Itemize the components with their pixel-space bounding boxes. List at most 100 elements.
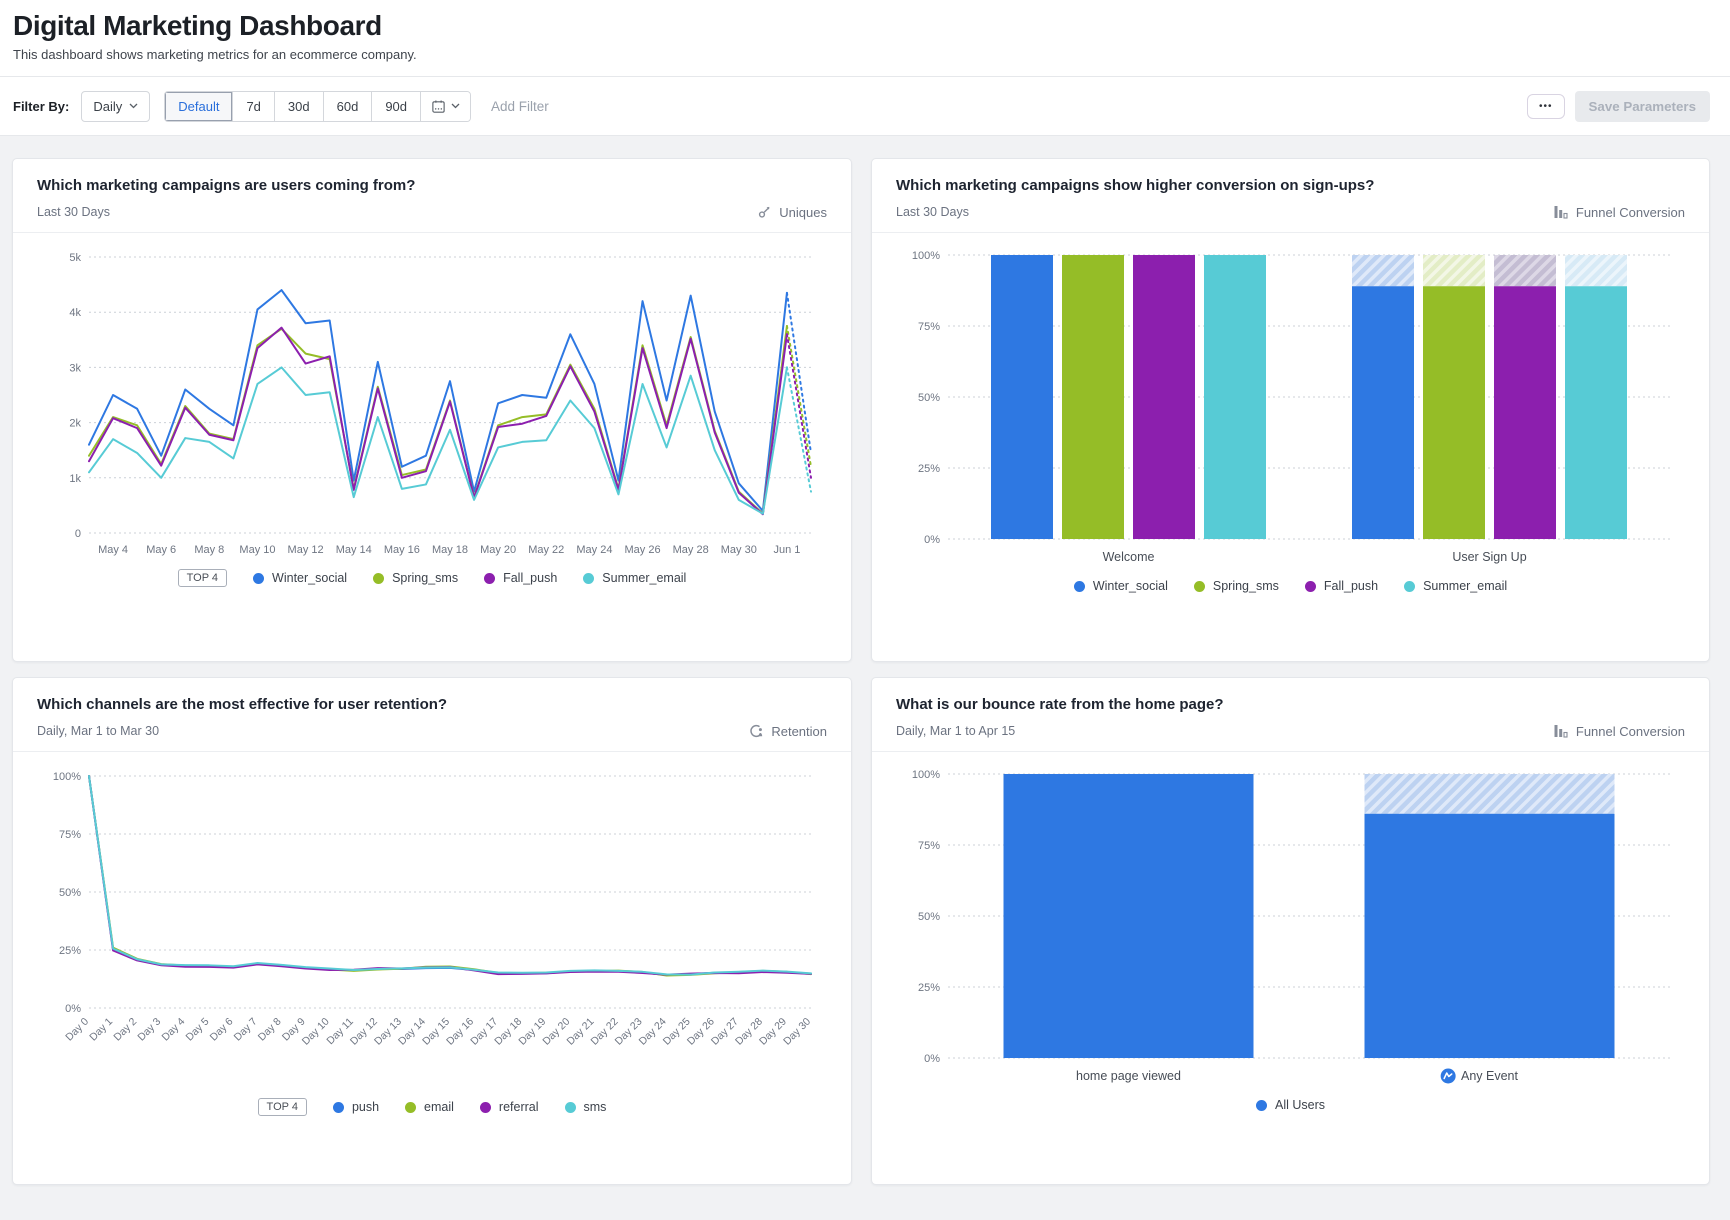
svg-text:Day 1: Day 1 [87, 1016, 115, 1044]
svg-text:4k: 4k [69, 307, 81, 319]
legend-item-all users[interactable]: All Users [1256, 1098, 1325, 1112]
legend-item-fall_push[interactable]: Fall_push [484, 571, 557, 585]
date-range-picker-button[interactable] [421, 92, 470, 121]
svg-text:User Sign Up: User Sign Up [1452, 550, 1526, 564]
svg-text:100%: 100% [53, 771, 81, 783]
legend-item-spring_sms[interactable]: Spring_sms [1194, 579, 1279, 593]
panel-retention: Which channels are the most effective fo… [12, 677, 852, 1185]
chevron-down-icon [451, 103, 460, 109]
segment-default[interactable]: Default [165, 92, 233, 121]
svg-text:May 18: May 18 [432, 544, 468, 556]
legend-item-winter_social[interactable]: Winter_social [253, 571, 347, 585]
svg-text:2k: 2k [69, 418, 81, 430]
add-filter-button[interactable]: Add Filter [491, 99, 549, 114]
svg-text:75%: 75% [917, 840, 939, 852]
segment-60d[interactable]: 60d [324, 92, 373, 121]
svg-text:May 24: May 24 [576, 544, 612, 556]
panel-title[interactable]: What is our bounce rate from the home pa… [896, 696, 1685, 713]
panel-subtitle: Last 30 Days [896, 205, 969, 219]
legend-signup-conversion: Winter_social Spring_sms Fall_push Summer_e… [1074, 579, 1507, 593]
chart-mode-label: Funnel Conversion [1553, 723, 1685, 739]
svg-text:3k: 3k [69, 362, 81, 374]
legend-dot [1194, 581, 1205, 592]
legend-item-fall_push[interactable]: Fall_push [1305, 579, 1378, 593]
panel-title[interactable]: Which marketing campaigns are users comi… [37, 177, 827, 194]
panel-campaign-uniques: Which marketing campaigns are users comi… [12, 158, 852, 662]
more-options-button[interactable]: ••• [1527, 94, 1565, 119]
legend-item-push[interactable]: push [333, 1100, 379, 1114]
chart-mode-label: Retention [748, 723, 827, 739]
svg-text:0%: 0% [65, 1003, 81, 1015]
svg-text:25%: 25% [59, 945, 81, 957]
svg-text:0%: 0% [924, 1053, 940, 1065]
svg-text:May 16: May 16 [384, 544, 420, 556]
dashboard-grid: Which marketing campaigns are users comi… [0, 136, 1730, 1185]
svg-text:50%: 50% [917, 911, 939, 923]
svg-text:Welcome: Welcome [1102, 550, 1154, 564]
chart-mode-label: Funnel Conversion [1553, 204, 1685, 220]
panel-title[interactable]: Which channels are the most effective fo… [37, 696, 827, 713]
legend-dot [565, 1102, 576, 1113]
svg-text:May 20: May 20 [480, 544, 516, 556]
save-parameters-button[interactable]: Save Parameters [1575, 91, 1710, 122]
svg-text:Day 7: Day 7 [232, 1016, 260, 1044]
svg-text:Jun 1: Jun 1 [773, 544, 800, 556]
legend-dot [1074, 581, 1085, 592]
filter-bar: Filter By: Daily Default7d30d60d90d Add [0, 76, 1730, 136]
svg-text:Day 4: Day 4 [160, 1016, 188, 1044]
svg-text:25%: 25% [917, 463, 939, 475]
legend-dot [1404, 581, 1415, 592]
svg-text:75%: 75% [917, 321, 939, 333]
page-header: Digital Marketing Dashboard This dashboa… [0, 0, 1730, 76]
svg-text:0: 0 [75, 528, 81, 540]
chart-mode-label: Uniques [756, 204, 827, 220]
panel-title[interactable]: Which marketing campaigns show higher co… [896, 177, 1685, 194]
legend-item-summer_email[interactable]: Summer_email [583, 571, 686, 585]
svg-text:Day 10: Day 10 [300, 1016, 332, 1048]
granularity-dropdown[interactable]: Daily [81, 91, 150, 122]
time-range-segmented-control: Default7d30d60d90d [164, 91, 471, 122]
retention-icon [748, 723, 764, 739]
legend-item-referral[interactable]: referral [480, 1100, 539, 1114]
svg-text:25%: 25% [917, 982, 939, 994]
svg-text:Day 3: Day 3 [135, 1016, 163, 1044]
segment-7d[interactable]: 7d [233, 92, 274, 121]
svg-text:May 22: May 22 [528, 544, 564, 556]
svg-text:0%: 0% [924, 534, 940, 546]
svg-text:Day 30: Day 30 [781, 1016, 813, 1048]
legend-dot [405, 1102, 416, 1113]
calendar-icon [431, 99, 446, 114]
chevron-down-icon [129, 103, 138, 109]
svg-text:May 30: May 30 [721, 544, 757, 556]
svg-text:Day 2: Day 2 [111, 1016, 139, 1044]
funnel-conversion-icon [1553, 723, 1569, 739]
legend-dot [1305, 581, 1316, 592]
svg-text:1k: 1k [69, 473, 81, 485]
svg-text:Day 8: Day 8 [256, 1016, 284, 1044]
legend-dot [480, 1102, 491, 1113]
legend-item-spring_sms[interactable]: Spring_sms [373, 571, 458, 585]
legend-item-sms[interactable]: sms [565, 1100, 607, 1114]
panel-subtitle: Daily, Mar 1 to Apr 15 [896, 724, 1015, 738]
legend-item-summer_email[interactable]: Summer_email [1404, 579, 1507, 593]
any-event-icon [1440, 1069, 1455, 1084]
panel-subtitle: Last 30 Days [37, 205, 110, 219]
legend-dot [253, 573, 264, 584]
svg-text:Any Event: Any Event [1461, 1069, 1519, 1083]
panel-signup-conversion: Which marketing campaigns show higher co… [871, 158, 1710, 662]
segment-90d[interactable]: 90d [372, 92, 421, 121]
legend-bounce-rate: All Users [1256, 1098, 1325, 1112]
legend-item-winter_social[interactable]: Winter_social [1074, 579, 1168, 593]
svg-text:Day 6: Day 6 [208, 1016, 236, 1044]
svg-text:May 6: May 6 [146, 544, 176, 556]
legend-item-email[interactable]: email [405, 1100, 454, 1114]
svg-text:May 26: May 26 [624, 544, 660, 556]
svg-text:May 28: May 28 [673, 544, 709, 556]
legend-top-badge: TOP 4 [178, 569, 227, 587]
legend-dot [583, 573, 594, 584]
legend-dot [333, 1102, 344, 1113]
svg-text:100%: 100% [911, 769, 939, 781]
segment-30d[interactable]: 30d [275, 92, 324, 121]
svg-text:Day 5: Day 5 [184, 1016, 212, 1044]
line-chart-retention: 0%25%50%75%100%Day 0Day 1Day 2Day 3Day 4… [37, 762, 827, 1092]
